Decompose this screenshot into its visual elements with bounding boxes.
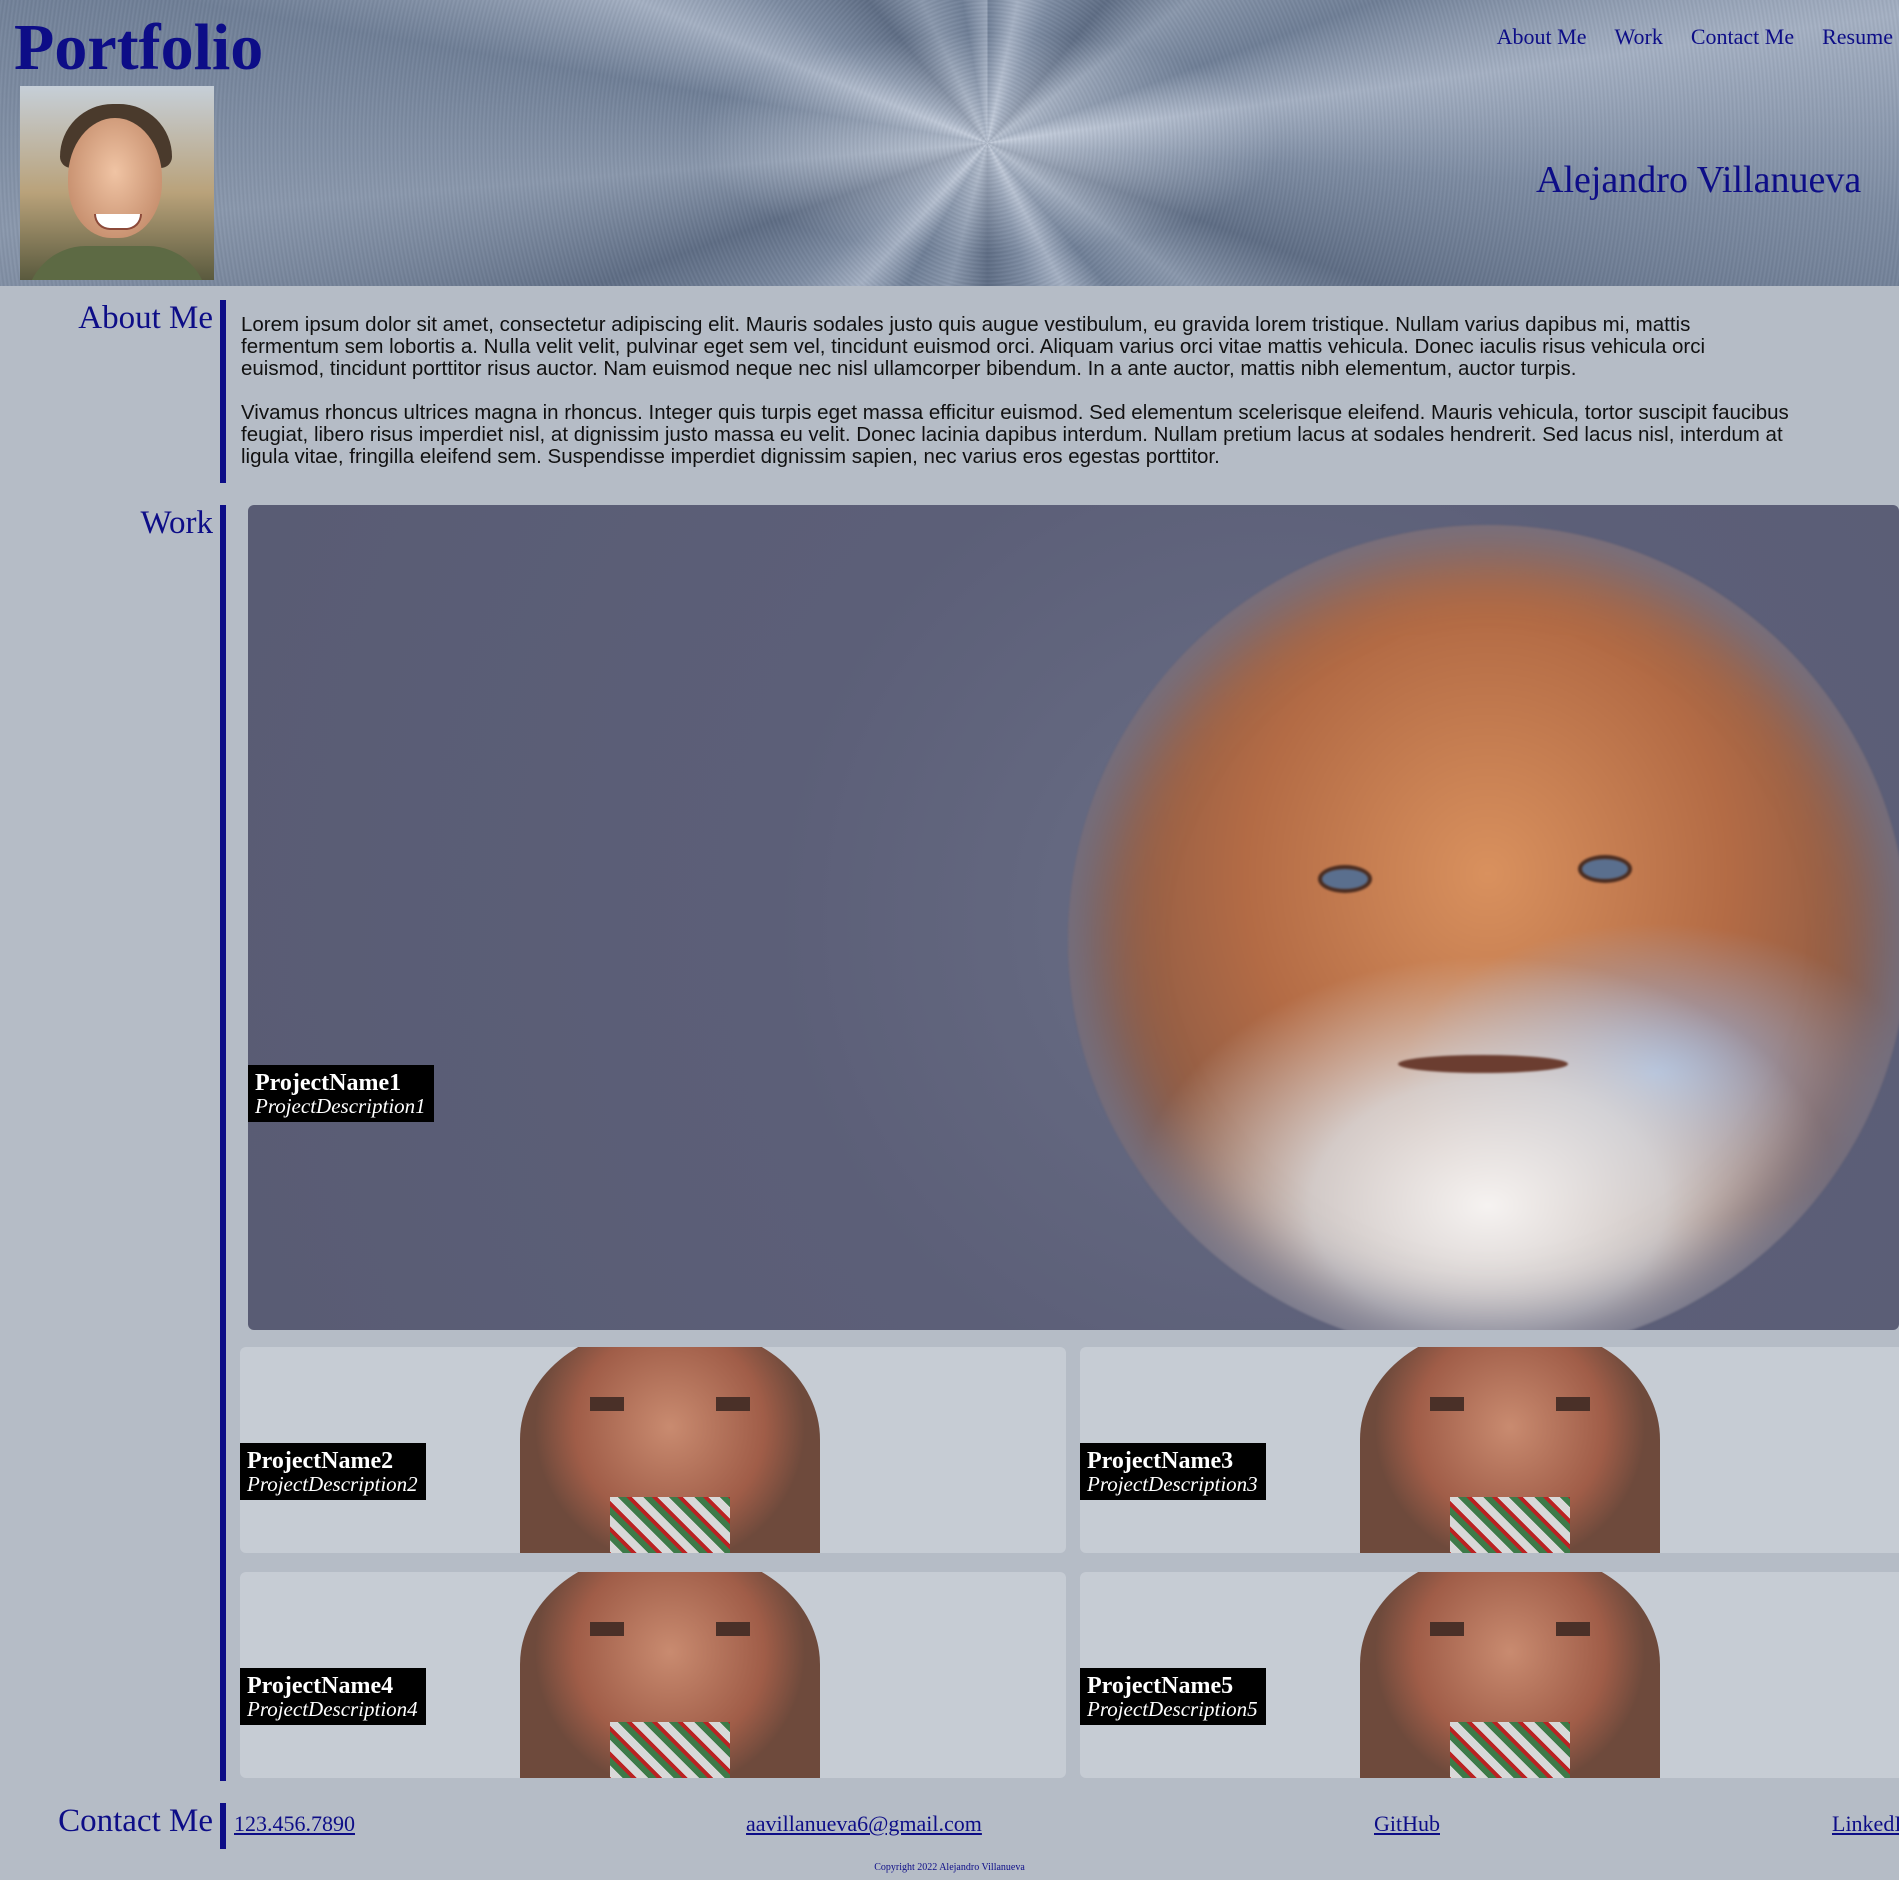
portrait-eye bbox=[1578, 855, 1632, 883]
about-divider bbox=[220, 300, 226, 483]
about-line: Lorem ipsum dolor sit amet, consectetur … bbox=[241, 313, 1691, 336]
project-card-4[interactable]: ProjectName4 ProjectDescription4 bbox=[240, 1572, 1066, 1778]
project-name: ProjectName2 bbox=[247, 1448, 394, 1474]
work-divider bbox=[220, 505, 226, 1781]
about-text: Lorem ipsum dolor sit amet, consectetur … bbox=[241, 314, 1891, 490]
phone-link[interactable]: 123.456.7890 bbox=[234, 1811, 355, 1837]
about-paragraph-2: Vivamus rhoncus ultrices magna in rhoncu… bbox=[241, 402, 1891, 468]
project-description: ProjectDescription1 bbox=[255, 1094, 426, 1118]
about-line: fermentum sem lobortis a. Nulla velit ve… bbox=[241, 335, 1706, 358]
nav-link-contact-me[interactable]: Contact Me bbox=[1691, 24, 1794, 50]
contact-heading: Contact Me bbox=[58, 1803, 213, 1839]
nav-link-resume[interactable]: Resume bbox=[1822, 24, 1893, 50]
contact-divider bbox=[220, 1803, 226, 1849]
project-caption: ProjectName1 ProjectDescription1 bbox=[248, 1065, 434, 1122]
project-card-1[interactable]: ProjectName1 ProjectDescription1 bbox=[248, 505, 1899, 1330]
project-name: ProjectName5 bbox=[1087, 1673, 1234, 1699]
project-description: ProjectDescription5 bbox=[1087, 1697, 1258, 1721]
project-image-2 bbox=[520, 1347, 820, 1553]
github-link[interactable]: GitHub bbox=[1374, 1811, 1440, 1837]
project-caption: ProjectName3 ProjectDescription3 bbox=[1080, 1443, 1266, 1500]
project-image-1 bbox=[1068, 525, 1899, 1330]
about-heading: About Me bbox=[78, 300, 213, 336]
about-line: feugiat, libero risus imperdiet nisl, at… bbox=[241, 423, 1783, 446]
about-line: ligula vitae, fringilla eleifend sem. Su… bbox=[241, 445, 1220, 468]
main-nav: About Me Work Contact Me Resume bbox=[1497, 24, 1899, 50]
project-image-4 bbox=[520, 1572, 820, 1778]
owner-name: Alejandro Villanueva bbox=[1536, 159, 1862, 201]
project-image-5 bbox=[1360, 1572, 1660, 1778]
project-description: ProjectDescription2 bbox=[247, 1472, 418, 1496]
project-description: ProjectDescription4 bbox=[247, 1697, 418, 1721]
project-card-3[interactable]: ProjectName3 ProjectDescription3 bbox=[1080, 1347, 1899, 1553]
linkedin-link[interactable]: LinkedIn bbox=[1832, 1811, 1899, 1837]
portrait-eye bbox=[1318, 865, 1372, 893]
nav-link-about-me[interactable]: About Me bbox=[1497, 24, 1587, 50]
avatar-shirt bbox=[26, 246, 208, 280]
project-image-3 bbox=[1360, 1347, 1660, 1553]
project-caption: ProjectName2 ProjectDescription2 bbox=[240, 1443, 426, 1500]
profile-photo bbox=[20, 86, 214, 280]
project-name: ProjectName1 bbox=[255, 1070, 402, 1096]
project-description: ProjectDescription3 bbox=[1087, 1472, 1258, 1496]
project-caption: ProjectName4 ProjectDescription4 bbox=[240, 1668, 426, 1725]
copyright: Copyright 2022 Alejandro Villanueva bbox=[874, 1862, 1025, 1873]
about-line: euismod, tincidunt porttitor risus aucto… bbox=[241, 357, 1577, 380]
project-caption: ProjectName5 ProjectDescription5 bbox=[1080, 1668, 1266, 1725]
about-line: Vivamus rhoncus ultrices magna in rhoncu… bbox=[241, 401, 1789, 424]
email-link[interactable]: aavillanueva6@gmail.com bbox=[746, 1811, 982, 1837]
project-card-5[interactable]: ProjectName5 ProjectDescription5 bbox=[1080, 1572, 1899, 1778]
project-name: ProjectName3 bbox=[1087, 1448, 1234, 1474]
project-card-2[interactable]: ProjectName2 ProjectDescription2 bbox=[240, 1347, 1066, 1553]
nav-link-work[interactable]: Work bbox=[1615, 24, 1663, 50]
about-paragraph-1: Lorem ipsum dolor sit amet, consectetur … bbox=[241, 314, 1891, 380]
work-heading: Work bbox=[140, 505, 214, 541]
site-title: Portfolio bbox=[14, 11, 264, 84]
portrait-mouth bbox=[1398, 1055, 1568, 1073]
project-name: ProjectName4 bbox=[247, 1673, 394, 1699]
site-header: Portfolio About Me Work Contact Me Resum… bbox=[0, 0, 1899, 286]
